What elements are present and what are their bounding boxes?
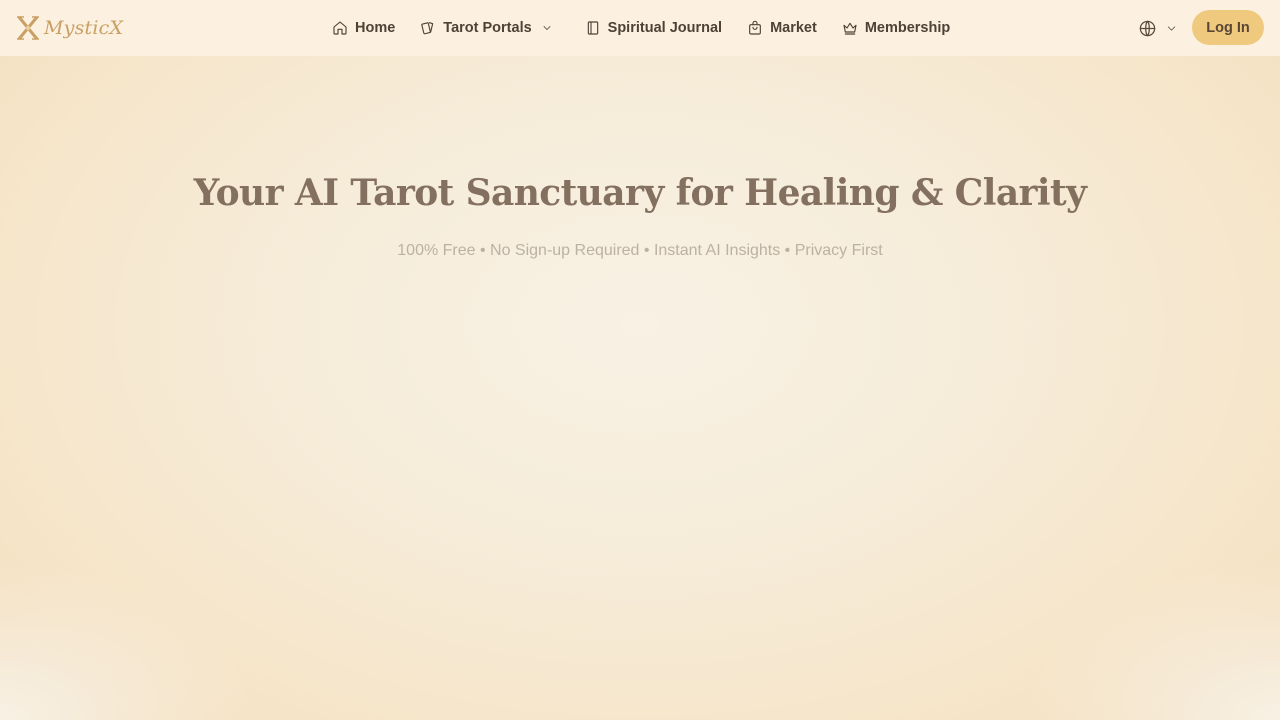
nav-item-membership[interactable]: Membership [842, 0, 950, 56]
book-icon [587, 21, 598, 35]
login-button[interactable]: Log In [1192, 10, 1264, 45]
nav-item-home[interactable]: Home [332, 0, 395, 56]
nav-item-tarot-portals[interactable]: Tarot Portals [420, 0, 552, 56]
nav-label-home: Home [355, 20, 396, 36]
hero-subtitle: 100% Free • No Sign-up Required • Instan… [397, 242, 883, 259]
home-icon [333, 21, 347, 35]
nav-label-tarot-portals: Tarot Portals [443, 20, 532, 36]
background-glow-right [1020, 560, 1280, 720]
shopping-bag-icon [749, 20, 761, 35]
mysticx-logo-icon [17, 16, 39, 40]
background-glow-left [0, 560, 260, 720]
hero-title: Your AI Tarot Sanctuary for Healing & Cl… [193, 172, 1087, 214]
top-navbar: MysticX Home Tarot Portals Spiritual Jou [0, 0, 1280, 56]
cards-icon [421, 22, 434, 35]
nav-label-market: Market [770, 20, 817, 36]
globe-icon [1139, 20, 1156, 36]
crown-icon [843, 22, 857, 35]
nav-item-spiritual-journal[interactable]: Spiritual Journal [585, 0, 722, 56]
chevron-down-icon [543, 26, 551, 30]
nav-item-market[interactable]: Market [747, 0, 817, 56]
brand-name: MysticX [44, 17, 124, 39]
brand-logo[interactable]: MysticX [16, 14, 123, 42]
language-selector[interactable] [1138, 18, 1178, 38]
nav-label-membership: Membership [864, 20, 951, 36]
main-nav: Home Tarot Portals Spiritual Journal Mar… [332, 0, 950, 56]
nav-label-spiritual-journal: Spiritual Journal [607, 20, 723, 36]
chevron-down-icon [1167, 25, 1176, 31]
